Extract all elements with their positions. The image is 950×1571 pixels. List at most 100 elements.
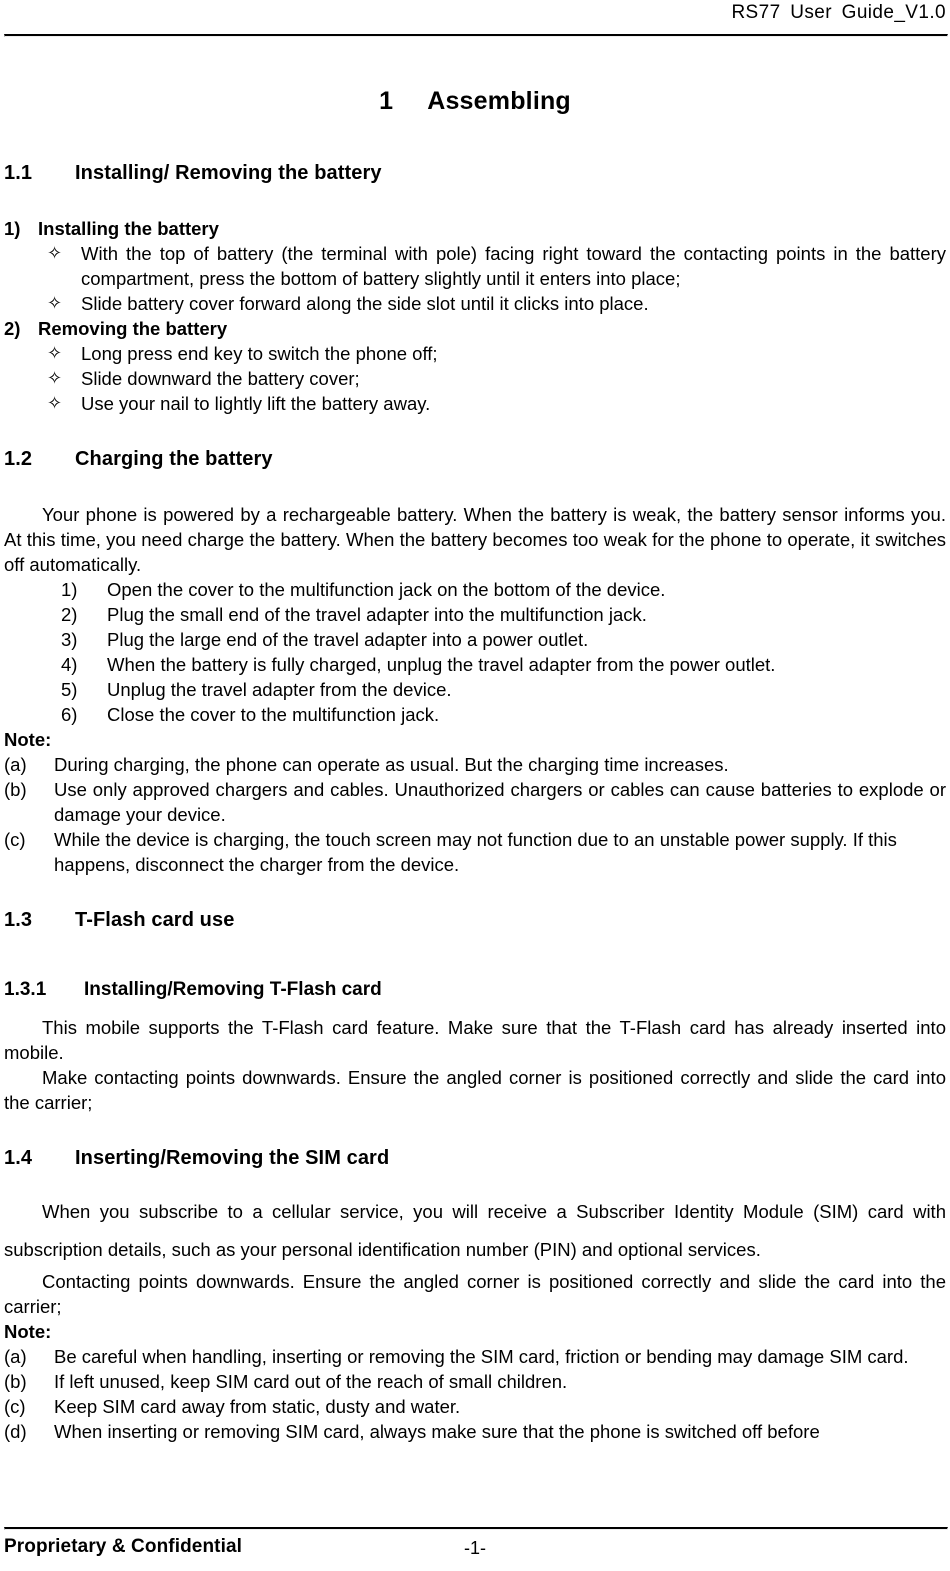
list-item-text: Use only approved chargers and cables. U… [54, 779, 946, 825]
heading-1-2-number: 1.2 [4, 448, 33, 470]
list-item-text: Plug the small end of the travel adapter… [107, 604, 647, 625]
list-item-text: Open the cover to the multifunction jack… [107, 579, 666, 600]
list-marker: (c) [4, 1396, 26, 1417]
list-item: 2) Plug the small end of the travel adap… [4, 602, 946, 627]
list-item-text: Keep SIM card away from static, dusty an… [54, 1396, 461, 1417]
list-item-text: Plug the large end of the travel adapter… [107, 629, 589, 650]
chapter-title: 1 Assembling [4, 86, 946, 116]
heading-1-3-1-number: 1.3.1 [4, 979, 47, 1000]
list-item: (c) Keep SIM card away from static, dust… [4, 1394, 946, 1419]
bullet-list-removing: ✧ Long press end key to switch the phone… [4, 341, 946, 416]
list-item-text: Use your nail to lightly lift the batter… [81, 393, 431, 414]
header-title: RS77 User Guide_V1.0 [731, 2, 946, 23]
list-item: ✧ Long press end key to switch the phone… [4, 341, 946, 366]
list-marker: (a) [4, 1346, 27, 1367]
heading-1-1-sub2: 2) Removing the battery [4, 316, 946, 341]
heading-1-1-sub2-marker: 2) [4, 318, 21, 339]
list-item: ✧ Use your nail to lightly lift the batt… [4, 391, 946, 416]
list-item-text: While the device is charging, the touch … [54, 829, 897, 875]
list-marker: 2) [61, 604, 78, 625]
heading-1-3-1: 1.3.1 Installing/Removing T-Flash card [4, 977, 946, 1003]
list-marker: 6) [61, 704, 78, 725]
page-footer: Proprietary & Confidential -1- [4, 1527, 948, 1571]
list-marker: (b) [4, 1371, 27, 1392]
diamond-bullet-icon: ✧ [47, 393, 63, 413]
list-item: (a) Be careful when handling, inserting … [4, 1344, 946, 1369]
list-marker: (b) [4, 779, 27, 800]
heading-1-2: 1.2 Charging the battery [4, 446, 946, 472]
list-item-text: When inserting or removing SIM card, alw… [54, 1421, 820, 1442]
list-item: (d) When inserting or removing SIM card,… [4, 1419, 946, 1444]
diamond-bullet-icon: ✧ [47, 243, 63, 263]
list-item: ✧ Slide battery cover forward along the … [4, 291, 946, 316]
heading-1-3-text: T-Flash card use [75, 909, 235, 931]
list-item-text: During charging, the phone can operate a… [54, 754, 729, 775]
list-marker: (d) [4, 1421, 27, 1442]
bullet-list-installing: ✧ With the top of battery (the terminal … [4, 241, 946, 316]
diamond-bullet-icon: ✧ [47, 293, 63, 313]
note-label-charging: Note: [4, 729, 52, 750]
list-marker: (a) [4, 754, 27, 775]
note-list-sim: (a) Be careful when handling, inserting … [4, 1344, 946, 1444]
list-item-text: Be careful when handling, inserting or r… [54, 1346, 909, 1367]
diamond-bullet-icon: ✧ [47, 368, 63, 388]
list-item-text: Slide downward the battery cover; [81, 368, 360, 389]
heading-1-1-sub1: 1) Installing the battery [4, 216, 946, 241]
note-label-sim: Note: [4, 1321, 52, 1342]
heading-1-1-text: Installing/ Removing the battery [75, 162, 382, 184]
heading-1-3-number: 1.3 [4, 909, 33, 931]
list-marker: (c) [4, 829, 26, 850]
heading-1-1-number: 1.1 [4, 162, 33, 184]
heading-1-1: 1.1 Installing/ Removing the battery [4, 160, 946, 186]
note-list-charging: (a) During charging, the phone can opera… [4, 752, 946, 877]
list-item-text: Close the cover to the multifunction jac… [107, 704, 440, 725]
list-item: 1) Open the cover to the multifunction j… [4, 577, 946, 602]
numbered-list-charging-steps: 1) Open the cover to the multifunction j… [4, 577, 946, 727]
footer-page-number: -1- [464, 1538, 486, 1558]
list-item: 5) Unplug the travel adapter from the de… [4, 677, 946, 702]
heading-1-4-text: Inserting/Removing the SIM card [75, 1147, 390, 1169]
list-item: (b) If left unused, keep SIM card out of… [4, 1369, 946, 1394]
heading-1-3-1-text: Installing/Removing T-Flash card [84, 979, 382, 1000]
list-marker: 5) [61, 679, 78, 700]
list-item: 4) When the battery is fully charged, un… [4, 652, 946, 677]
heading-1-1-sub1-marker: 1) [4, 218, 21, 239]
chapter-title-text: Assembling [427, 87, 571, 115]
list-item: 6) Close the cover to the multifunction … [4, 702, 946, 727]
list-item: (a) During charging, the phone can opera… [4, 752, 946, 777]
list-item-text: When the battery is fully charged, unplu… [107, 654, 776, 675]
header-divider [4, 34, 948, 37]
list-marker: 4) [61, 654, 78, 675]
chapter-number: 1 [379, 87, 394, 115]
list-item-text: If left unused, keep SIM card out of the… [54, 1371, 568, 1392]
footer-row: Proprietary & Confidential -1- [4, 1530, 946, 1570]
heading-1-3: 1.3 T-Flash card use [4, 907, 946, 933]
list-item: 3) Plug the large end of the travel adap… [4, 627, 946, 652]
list-marker: 3) [61, 629, 78, 650]
heading-1-1-sub2-text: Removing the battery [38, 318, 228, 339]
list-item-text: Long press end key to switch the phone o… [81, 343, 438, 364]
list-item: (b) Use only approved chargers and cable… [4, 777, 946, 827]
paragraph-charging-intro: Your phone is powered by a rechargeable … [4, 504, 946, 575]
list-item: ✧ Slide downward the battery cover; [4, 366, 946, 391]
paragraph-sim-1: When you subscribe to a cellular service… [4, 1201, 946, 1260]
paragraph-tflash-1: This mobile supports the T-Flash card fe… [4, 1017, 946, 1063]
document-page: RS77 User Guide_V1.0 1 Assembling 1.1 Inst… [0, 0, 950, 1571]
heading-1-4: 1.4 Inserting/Removing the SIM card [4, 1145, 946, 1171]
diamond-bullet-icon: ✧ [47, 343, 63, 363]
heading-1-1-sub1-text: Installing the battery [38, 218, 219, 239]
list-item-text: Unplug the travel adapter from the devic… [107, 679, 452, 700]
list-marker: 1) [61, 579, 78, 600]
list-item: ✧ With the top of battery (the terminal … [4, 241, 946, 291]
heading-1-4-number: 1.4 [4, 1147, 33, 1169]
paragraph-sim-2: Contacting points downwards. Ensure the … [4, 1271, 946, 1317]
